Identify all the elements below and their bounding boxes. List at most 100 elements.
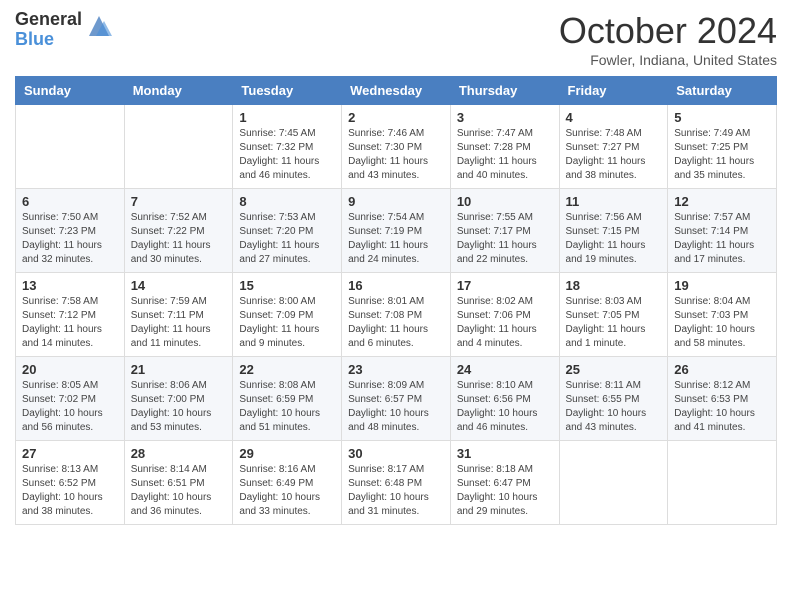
day-info: Sunrise: 7:49 AM Sunset: 7:25 PM Dayligh… (674, 127, 770, 183)
calendar-cell: 24 Sunrise: 8:10 AM Sunset: 6:56 PM Dayli… (450, 357, 559, 441)
day-info: Sunrise: 8:02 AM Sunset: 7:06 PM Dayligh… (457, 295, 553, 351)
day-number: 3 (457, 110, 553, 125)
day-number: 12 (674, 194, 770, 209)
logo: General Blue (15, 10, 114, 50)
day-info: Sunrise: 8:17 AM Sunset: 6:48 PM Dayligh… (348, 463, 444, 519)
calendar-cell: 7 Sunrise: 7:52 AM Sunset: 7:22 PM Daylig… (124, 189, 233, 273)
day-info: Sunrise: 8:18 AM Sunset: 6:47 PM Dayligh… (457, 463, 553, 519)
calendar-cell: 12 Sunrise: 7:57 AM Sunset: 7:14 PM Dayli… (668, 189, 777, 273)
calendar-cell: 21 Sunrise: 8:06 AM Sunset: 7:00 PM Dayli… (124, 357, 233, 441)
day-number: 8 (239, 194, 335, 209)
calendar-cell: 30 Sunrise: 8:17 AM Sunset: 6:48 PM Dayli… (342, 441, 451, 525)
day-info: Sunrise: 8:04 AM Sunset: 7:03 PM Dayligh… (674, 295, 770, 351)
day-number: 1 (239, 110, 335, 125)
day-number: 11 (566, 194, 662, 209)
day-number: 25 (566, 362, 662, 377)
day-info: Sunrise: 8:13 AM Sunset: 6:52 PM Dayligh… (22, 463, 118, 519)
calendar-cell: 23 Sunrise: 8:09 AM Sunset: 6:57 PM Dayli… (342, 357, 451, 441)
calendar-cell: 11 Sunrise: 7:56 AM Sunset: 7:15 PM Dayli… (559, 189, 668, 273)
calendar-cell: 17Sunrise: 8:02 AM Sunset: 7:06 PM Dayli… (450, 273, 559, 357)
calendar-week-row: 27Sunrise: 8:13 AM Sunset: 6:52 PM Dayli… (16, 441, 777, 525)
day-info: Sunrise: 7:59 AM Sunset: 7:11 PM Dayligh… (131, 295, 227, 351)
calendar-day-header: Saturday (668, 77, 777, 105)
logo-blue: Blue (15, 30, 82, 50)
calendar-cell: 8 Sunrise: 7:53 AM Sunset: 7:20 PM Daylig… (233, 189, 342, 273)
header: General Blue October 2024 Fowler, Indian… (15, 10, 777, 68)
calendar-cell: 25Sunrise: 8:11 AM Sunset: 6:55 PM Dayli… (559, 357, 668, 441)
day-info: Sunrise: 7:46 AM Sunset: 7:30 PM Dayligh… (348, 127, 444, 183)
day-info: Sunrise: 7:58 AM Sunset: 7:12 PM Dayligh… (22, 295, 118, 351)
day-info: Sunrise: 8:05 AM Sunset: 7:02 PM Dayligh… (22, 379, 118, 435)
calendar-cell: 20 Sunrise: 8:05 AM Sunset: 7:02 PM Dayli… (16, 357, 125, 441)
calendar-cell: 15 Sunrise: 8:00 AM Sunset: 7:09 PM Dayli… (233, 273, 342, 357)
day-number: 4 (566, 110, 662, 125)
day-info: Sunrise: 8:06 AM Sunset: 7:00 PM Dayligh… (131, 379, 227, 435)
calendar-header-row: SundayMondayTuesdayWednesdayThursdayFrid… (16, 77, 777, 105)
calendar-cell: 27Sunrise: 8:13 AM Sunset: 6:52 PM Dayli… (16, 441, 125, 525)
day-number: 20 (22, 362, 118, 377)
calendar-cell: 16 Sunrise: 8:01 AM Sunset: 7:08 PM Dayli… (342, 273, 451, 357)
location: Fowler, Indiana, United States (559, 52, 777, 68)
day-number: 28 (131, 446, 227, 461)
calendar-cell: 1 Sunrise: 7:45 AM Sunset: 7:32 PM Daylig… (233, 105, 342, 189)
calendar-week-row: 13Sunrise: 7:58 AM Sunset: 7:12 PM Dayli… (16, 273, 777, 357)
day-number: 15 (239, 278, 335, 293)
day-number: 29 (239, 446, 335, 461)
calendar-cell: 3Sunrise: 7:47 AM Sunset: 7:28 PM Daylig… (450, 105, 559, 189)
day-info: Sunrise: 7:56 AM Sunset: 7:15 PM Dayligh… (566, 211, 662, 267)
calendar-cell: 6Sunrise: 7:50 AM Sunset: 7:23 PM Daylig… (16, 189, 125, 273)
day-number: 14 (131, 278, 227, 293)
day-info: Sunrise: 7:53 AM Sunset: 7:20 PM Dayligh… (239, 211, 335, 267)
day-info: Sunrise: 7:57 AM Sunset: 7:14 PM Dayligh… (674, 211, 770, 267)
day-info: Sunrise: 8:14 AM Sunset: 6:51 PM Dayligh… (131, 463, 227, 519)
calendar-cell (668, 441, 777, 525)
calendar-cell: 22 Sunrise: 8:08 AM Sunset: 6:59 PM Dayli… (233, 357, 342, 441)
calendar-day-header: Monday (124, 77, 233, 105)
day-number: 21 (131, 362, 227, 377)
day-number: 23 (348, 362, 444, 377)
day-info: Sunrise: 8:00 AM Sunset: 7:09 PM Dayligh… (239, 295, 335, 351)
day-info: Sunrise: 8:08 AM Sunset: 6:59 PM Dayligh… (239, 379, 335, 435)
logo-general: General (15, 10, 82, 30)
day-number: 16 (348, 278, 444, 293)
day-number: 24 (457, 362, 553, 377)
calendar-day-header: Friday (559, 77, 668, 105)
day-number: 19 (674, 278, 770, 293)
calendar-cell: 14 Sunrise: 7:59 AM Sunset: 7:11 PM Dayli… (124, 273, 233, 357)
day-number: 18 (566, 278, 662, 293)
day-info: Sunrise: 8:09 AM Sunset: 6:57 PM Dayligh… (348, 379, 444, 435)
day-info: Sunrise: 7:45 AM Sunset: 7:32 PM Dayligh… (239, 127, 335, 183)
calendar-cell: 26Sunrise: 8:12 AM Sunset: 6:53 PM Dayli… (668, 357, 777, 441)
day-info: Sunrise: 7:52 AM Sunset: 7:22 PM Dayligh… (131, 211, 227, 267)
calendar-cell: 29Sunrise: 8:16 AM Sunset: 6:49 PM Dayli… (233, 441, 342, 525)
day-number: 5 (674, 110, 770, 125)
calendar-day-header: Sunday (16, 77, 125, 105)
calendar-week-row: 6Sunrise: 7:50 AM Sunset: 7:23 PM Daylig… (16, 189, 777, 273)
calendar-cell: 13Sunrise: 7:58 AM Sunset: 7:12 PM Dayli… (16, 273, 125, 357)
calendar-cell (124, 105, 233, 189)
day-number: 22 (239, 362, 335, 377)
day-info: Sunrise: 8:10 AM Sunset: 6:56 PM Dayligh… (457, 379, 553, 435)
calendar-week-row: 1 Sunrise: 7:45 AM Sunset: 7:32 PM Daylig… (16, 105, 777, 189)
day-info: Sunrise: 7:48 AM Sunset: 7:27 PM Dayligh… (566, 127, 662, 183)
calendar-cell (16, 105, 125, 189)
day-number: 2 (348, 110, 444, 125)
calendar-cell: 4 Sunrise: 7:48 AM Sunset: 7:27 PM Daylig… (559, 105, 668, 189)
calendar-week-row: 20 Sunrise: 8:05 AM Sunset: 7:02 PM Dayli… (16, 357, 777, 441)
calendar-day-header: Thursday (450, 77, 559, 105)
calendar-cell: 9Sunrise: 7:54 AM Sunset: 7:19 PM Daylig… (342, 189, 451, 273)
day-info: Sunrise: 8:01 AM Sunset: 7:08 PM Dayligh… (348, 295, 444, 351)
calendar-cell: 5 Sunrise: 7:49 AM Sunset: 7:25 PM Daylig… (668, 105, 777, 189)
day-number: 30 (348, 446, 444, 461)
calendar-cell: 28 Sunrise: 8:14 AM Sunset: 6:51 PM Dayli… (124, 441, 233, 525)
month-title: October 2024 (559, 10, 777, 52)
day-number: 7 (131, 194, 227, 209)
calendar-day-header: Wednesday (342, 77, 451, 105)
day-number: 26 (674, 362, 770, 377)
day-number: 10 (457, 194, 553, 209)
day-number: 6 (22, 194, 118, 209)
calendar-cell: 10 Sunrise: 7:55 AM Sunset: 7:17 PM Dayli… (450, 189, 559, 273)
day-info: Sunrise: 7:55 AM Sunset: 7:17 PM Dayligh… (457, 211, 553, 267)
calendar: SundayMondayTuesdayWednesdayThursdayFrid… (15, 76, 777, 525)
day-info: Sunrise: 8:03 AM Sunset: 7:05 PM Dayligh… (566, 295, 662, 351)
